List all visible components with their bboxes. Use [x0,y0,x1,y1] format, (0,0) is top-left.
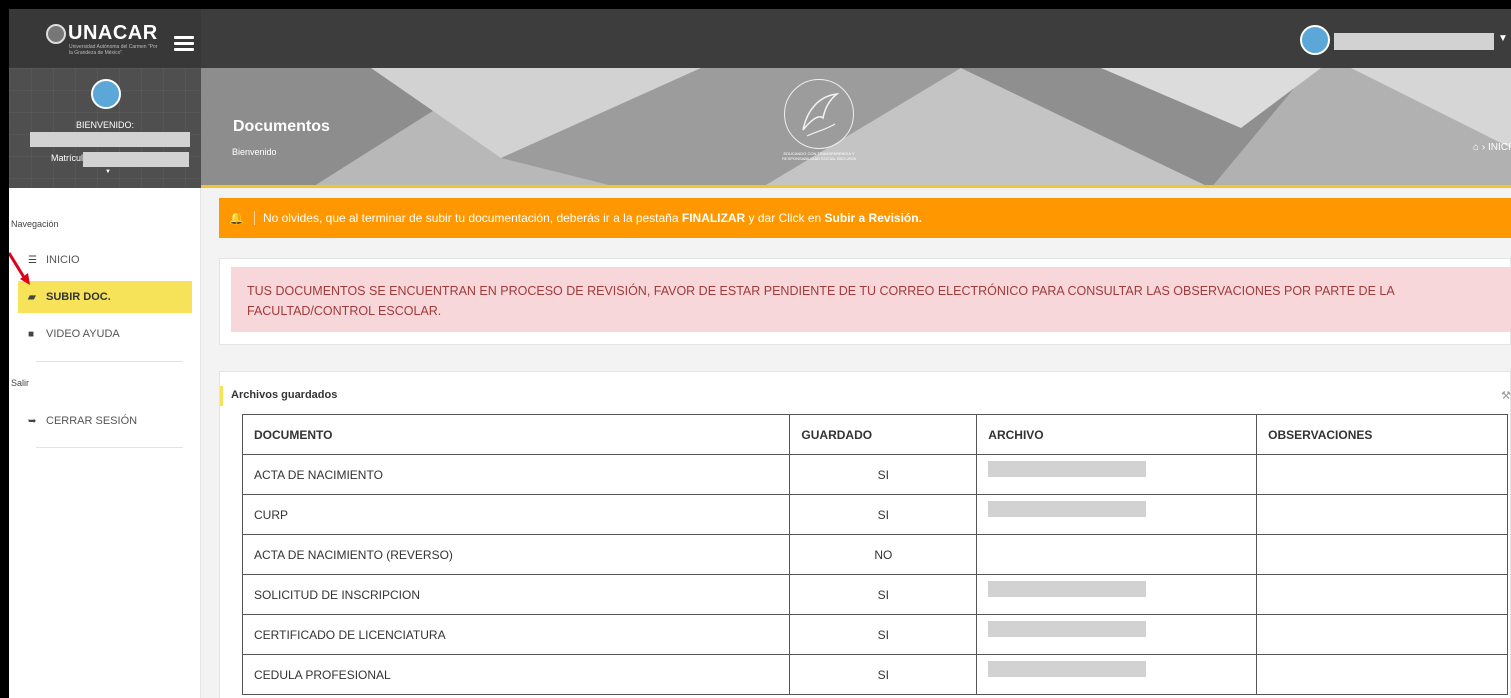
file-link-redacted[interactable] [988,581,1147,598]
top-navbar: UNACAR Universidad Autónoma del Carmen "… [9,9,1511,68]
banner-background [201,68,1511,185]
review-notice: TUS DOCUMENTOS SE ENCUENTRAN EN PROCESO … [231,267,1511,332]
document-name: SOLICITUD DE INSCRIPCION [241,574,791,615]
sidebar-nav: Navegación ☰ INICIO ▰ SUBIR DOC. ■ VIDEO… [9,188,201,698]
saved-status: SI [789,574,978,615]
annotation-arrow [9,252,30,285]
user-name-redacted[interactable] [1334,33,1494,50]
brand-subtitle: Universidad Autónoma del Carmen "Por la … [69,44,158,56]
file-link-redacted[interactable] [988,501,1147,518]
observations-cell [1256,454,1508,495]
table-row: CERTIFICADO DE LICENCIATURA SI [241,614,1508,655]
home-icon[interactable]: ⌂ [1473,142,1479,153]
file-link-redacted[interactable] [988,621,1147,638]
chevron-down-icon[interactable]: ▼ [1498,33,1508,44]
profile-avatar [91,79,121,109]
saved-status: SI [789,494,978,535]
table-row: CURP SI [241,494,1508,535]
files-panel: Archivos guardados ⚒ DOCUMENTO GUARDADO … [219,371,1511,698]
saved-status: SI [789,614,978,655]
app-window: UNACAR Universidad Autónoma del Carmen "… [9,9,1511,698]
file-link-redacted[interactable] [988,461,1147,478]
saved-status: SI [789,454,978,495]
document-name: CEDULA PROFESIONAL [241,654,791,695]
review-notice-card: TUS DOCUMENTOS SE ENCUENTRAN EN PROCESO … [219,258,1511,345]
dolphin-logo [784,79,854,149]
document-name: CURP [241,494,791,535]
page-title: Documentos [233,118,330,135]
sidebar-item-inicio[interactable]: ☰ INICIO [18,244,192,276]
user-avatar[interactable] [1300,25,1330,55]
divider [36,361,183,362]
sidebar-item-label: INICIO [46,254,80,266]
sidebar-item-subir-doc[interactable]: ▰ SUBIR DOC. [18,281,192,313]
sidebar-profile: BIENVENIDO: Matrícula: ▼ [9,68,201,188]
breadcrumb: ⌂ › INICIO [1473,142,1511,153]
page-banner: Documentos Bienvenido EDUCANDO CON TRANS… [201,68,1511,188]
file-cell[interactable] [976,614,1258,655]
column-header: DOCUMENTO [241,414,791,455]
divider [36,447,183,448]
alert-text: y dar Click en [745,211,825,225]
dolphin-icon [802,92,840,137]
saved-status: NO [789,534,978,575]
documents-table: DOCUMENTO GUARDADO ARCHIVO OBSERVACIONES… [241,414,1508,695]
alert-bold-finalizar: FINALIZAR [681,211,746,225]
column-header: ARCHIVO [976,414,1258,455]
video-camera-icon: ■ [28,328,35,340]
file-cell[interactable] [976,654,1258,695]
observations-cell [1256,654,1508,695]
exit-heading: Salir [11,378,30,388]
document-name: CERTIFICADO DE LICENCIATURA [241,614,791,655]
column-header: GUARDADO [789,414,978,455]
sidebar-item-label: VIDEO AYUDA [46,328,120,340]
table-row: ACTA DE NACIMIENTO (REVERSO) NO [241,534,1508,575]
sidebar-item-label: SUBIR DOC. [46,291,111,303]
observations-cell [1256,574,1508,615]
observations-cell [1256,534,1508,575]
sidebar-item-label: CERRAR SESIÓN [46,415,138,427]
hamburger-menu-icon[interactable] [174,36,194,52]
file-link-redacted[interactable] [988,661,1147,678]
document-name: ACTA DE NACIMIENTO (REVERSO) [241,534,791,575]
nav-heading: Navegación [11,219,59,229]
file-cell[interactable] [976,454,1258,495]
sidebar-item-video-ayuda[interactable]: ■ VIDEO AYUDA [18,318,192,350]
institution-motto: EDUCANDO CON TRANSPARENCIA Y RESPONSABIL… [782,151,856,161]
alert-text: No olvides, que al terminar de subir tu … [262,211,682,225]
brand-logo[interactable]: UNACAR Universidad Autónoma del Carmen "… [9,9,201,68]
wrench-icon[interactable]: ⚒ [1501,389,1511,402]
table-row: ACTA DE NACIMIENTO SI [241,454,1508,495]
matricula-redacted [83,152,189,167]
brand-name: UNACAR [68,22,158,44]
alert-banner: 🔔 No olvides, que al terminar de subir t… [219,198,1511,238]
saved-status: SI [789,654,978,695]
student-name-redacted [30,132,190,147]
observations-cell [1256,494,1508,535]
table-header-row: DOCUMENTO GUARDADO ARCHIVO OBSERVACIONES [241,414,1508,455]
welcome-label: BIENVENIDO: [75,120,134,130]
column-header: OBSERVACIONES [1256,414,1508,455]
file-cell [976,534,1258,575]
breadcrumb-inicio[interactable]: INICIO [1488,142,1511,153]
table-row: SOLICITUD DE INSCRIPCION SI [241,574,1508,615]
files-panel-title: Archivos guardados [231,389,338,401]
folder-open-icon: ▰ [28,291,36,303]
alert-bold-subir: Subir a Revisión. [824,211,922,225]
alert-message: No olvides, que al terminar de subir tu … [263,211,922,225]
table-row: CEDULA PROFESIONAL SI [241,654,1508,695]
caret-down-icon[interactable]: ▼ [105,169,111,175]
sign-out-icon: ➥ [28,415,37,427]
files-panel-header: Archivos guardados ⚒ [220,386,1511,406]
university-seal-icon [46,24,66,44]
file-cell[interactable] [976,574,1258,615]
page-subtitle: Bienvenido [232,147,277,157]
alert-separator [253,211,255,225]
document-name: ACTA DE NACIMIENTO [241,454,791,495]
bell-icon: 🔔 [229,211,244,225]
file-cell[interactable] [976,494,1258,535]
observations-cell [1256,614,1508,655]
sidebar-item-cerrar-sesion[interactable]: ➥ CERRAR SESIÓN [18,405,192,437]
